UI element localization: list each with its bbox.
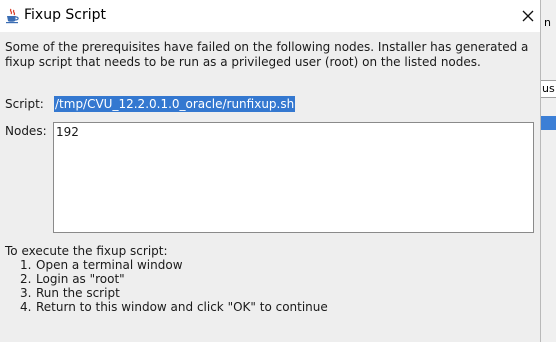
screen: n us Fixup Script Some of the prerequisi… — [0, 0, 556, 342]
background-application: n us — [540, 0, 556, 342]
background-selected-row[interactable] — [540, 116, 556, 130]
script-label: Script: — [5, 97, 44, 111]
instruction-step: 1. Open a terminal window — [20, 258, 183, 272]
instruction-step: 2. Login as "root" — [20, 272, 125, 286]
fixup-script-dialog: Fixup Script Some of the prerequisites h… — [0, 0, 541, 342]
instruction-step: 4. Return to this window and click "OK" t… — [20, 300, 328, 314]
close-button[interactable] — [515, 4, 541, 28]
instruction-step: 3. Run the script — [20, 286, 120, 300]
prerequisite-failure-message: Some of the prerequisites have failed on… — [5, 40, 529, 69]
background-field[interactable]: us — [540, 80, 556, 98]
title-bar[interactable]: Fixup Script — [0, 0, 540, 32]
dialog-content: Some of the prerequisites have failed on… — [0, 32, 540, 342]
instructions-intro: To execute the fixup script: — [5, 244, 168, 258]
window-title: Fixup Script — [24, 7, 107, 23]
background-text-fragment: n — [544, 16, 551, 29]
script-path-field[interactable]: /tmp/CVU_12.2.0.1.0_oracle/runfixup.sh — [54, 96, 296, 112]
instruction-steps: 1. Open a terminal window 2. Login as "roo… — [20, 258, 328, 314]
nodes-text-area[interactable]: 192 — [53, 122, 534, 233]
nodes-label: Nodes: — [5, 124, 47, 138]
close-icon — [522, 10, 534, 22]
java-cup-icon — [4, 8, 20, 24]
